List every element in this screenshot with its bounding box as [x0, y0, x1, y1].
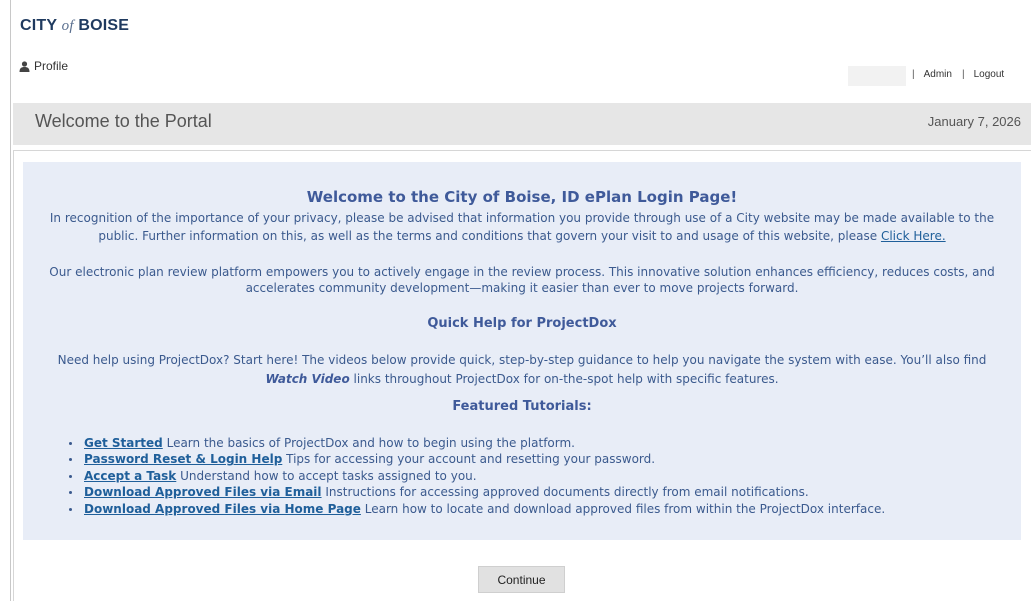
tutorial-desc: Learn the basics of ProjectDox and how t… — [166, 436, 575, 450]
tutorial-desc: Understand how to accept tasks assigned … — [180, 468, 477, 483]
platform-description: Our electronic plan review platform empo… — [49, 265, 995, 295]
current-date: January 7, 2026 — [927, 114, 1021, 129]
admin-link[interactable]: Admin — [924, 69, 952, 80]
tutorial-link-download-email[interactable]: Download Approved Files via Email — [84, 485, 322, 499]
city-of-boise-logo: CITY of BOISE — [20, 17, 129, 35]
privacy-notice: In recognition of the importance of your… — [43, 209, 1001, 245]
list-item: Download Approved Files via Email Instru… — [65, 484, 885, 500]
tutorial-desc: Tips for accessing your account and rese… — [286, 452, 656, 467]
logo-city: CITY — [20, 17, 57, 34]
watch-video-label: Watch Video — [265, 372, 350, 386]
tutorials-list: Get Started Learn the basics of ProjectD… — [65, 435, 885, 517]
tutorials-heading: Featured Tutorials: — [452, 399, 592, 414]
top-links: | Admin | Logout — [912, 69, 1004, 80]
username-display — [848, 66, 906, 86]
list-item: Get Started Learn the basics of ProjectD… — [65, 435, 885, 451]
tutorial-link-password-reset[interactable]: Password Reset & Login Help — [84, 452, 282, 466]
profile-label: Profile — [34, 59, 69, 73]
user-icon — [19, 60, 30, 72]
list-item: Accept a Task Understand how to accept t… — [65, 468, 885, 484]
logo-boise: BOISE — [78, 17, 130, 34]
logo-of: of — [61, 18, 74, 34]
tutorial-link-download-home[interactable]: Download Approved Files via Home Page — [84, 502, 361, 516]
help-text-1: Need help using ProjectDox? Start here! … — [57, 353, 987, 367]
continue-button[interactable]: Continue — [478, 566, 565, 593]
separator: | — [961, 69, 965, 80]
tutorial-desc: Learn how to locate and download approve… — [364, 501, 886, 516]
help-text-2: links throughout ProjectDox for on-the-s… — [353, 372, 779, 386]
tutorial-desc: Instructions for accessing approved docu… — [325, 485, 809, 500]
welcome-banner: Welcome to the Portal January 7, 2026 — [13, 103, 1031, 145]
list-item: Download Approved Files via Home Page Le… — [65, 501, 885, 517]
privacy-text: In recognition of the importance of your… — [49, 211, 995, 243]
privacy-link[interactable]: Click Here. — [881, 229, 946, 243]
tutorial-link-get-started[interactable]: Get Started — [84, 436, 163, 450]
tutorial-link-accept-task[interactable]: Accept a Task — [84, 469, 176, 483]
separator: | — [912, 69, 915, 80]
list-item: Password Reset & Login Help Tips for acc… — [65, 451, 885, 467]
panel-heading: Welcome to the City of Boise, ID ePlan L… — [306, 188, 738, 206]
page-title: Welcome to the Portal — [35, 111, 212, 131]
quick-help-heading: Quick Help for ProjectDox — [427, 316, 617, 331]
profile-link[interactable]: Profile — [19, 59, 68, 73]
logout-link[interactable]: Logout — [974, 69, 1005, 80]
help-description: Need help using ProjectDox? Start here! … — [37, 351, 1007, 389]
welcome-panel: Welcome to the City of Boise, ID ePlan L… — [23, 162, 1021, 540]
